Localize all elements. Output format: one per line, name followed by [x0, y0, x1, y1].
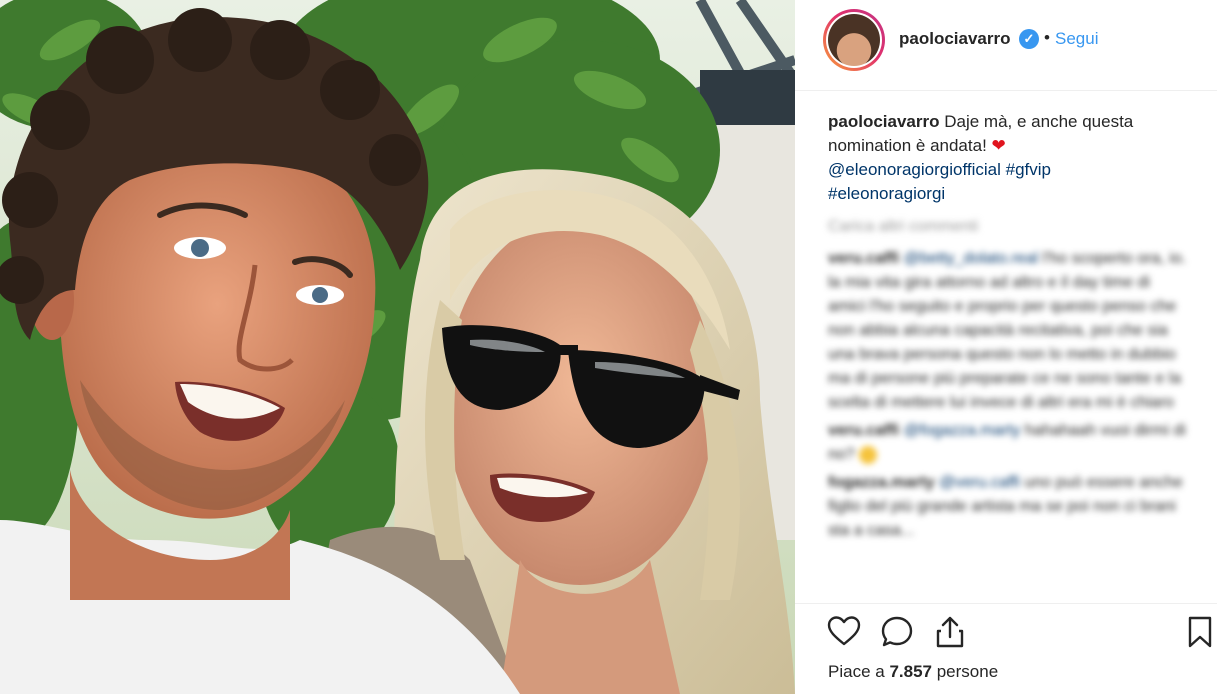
laughing-emoji-icon — [859, 445, 878, 464]
comment-mention[interactable]: @veru.caffi — [939, 474, 1020, 491]
hashtag-link-gfvip[interactable]: #gfvip — [1006, 160, 1051, 179]
like-button[interactable] — [826, 614, 862, 650]
comment-item: veru.caffi @betty_dolato.real l'ho scope… — [828, 247, 1188, 415]
comment-item: fogazza.marty @veru.caffi uno può essere… — [828, 471, 1188, 543]
likes-prefix: Piace a — [828, 662, 885, 681]
follow-button[interactable]: Segui — [1055, 29, 1098, 49]
comment-mention[interactable]: @fogazza.marty — [904, 422, 1021, 439]
red-heart-emoji-icon: ❤ — [991, 136, 1006, 155]
post-header: paolociavarro ✓ • Segui — [795, 0, 1217, 91]
comment-item: veru.caffi @fogazza.marty hahahaah vuoi … — [828, 419, 1188, 467]
verified-badge-icon: ✓ — [1019, 29, 1039, 49]
comments-list-blurred: Carica altri commenti veru.caffi @betty_… — [828, 215, 1188, 595]
likes-count[interactable]: Piace a 7.857 persone — [828, 662, 998, 682]
comment-username[interactable]: fogazza.marty — [828, 474, 935, 491]
likes-suffix: persone — [936, 662, 999, 681]
post-photo — [0, 0, 795, 694]
comment-button[interactable] — [879, 614, 915, 650]
separator-dot: • — [1044, 28, 1050, 47]
selfie-photo-illustration — [0, 0, 795, 694]
save-button[interactable] — [1182, 614, 1217, 650]
heart-outline-icon — [827, 616, 861, 646]
comment-text: l'ho scoperto ora, io. la mia vita gira … — [828, 250, 1187, 411]
avatar[interactable] — [823, 9, 885, 71]
share-button[interactable] — [932, 614, 968, 650]
post-actions-bar: Piace a 7.857 persone — [795, 603, 1217, 695]
comment-username[interactable]: veru.caffi — [828, 250, 899, 267]
likes-number: 7.857 — [889, 662, 932, 681]
caption-username-link[interactable]: paolociavarro — [828, 112, 940, 131]
share-upload-icon — [936, 616, 964, 648]
avatar-image — [828, 14, 880, 66]
load-more-comments-link[interactable]: Carica altri commenti — [828, 215, 1188, 239]
comment-bubble-icon — [881, 616, 913, 647]
comment-username[interactable]: veru.caffi — [828, 422, 899, 439]
bookmark-icon — [1188, 616, 1212, 648]
avatar-frame — [826, 12, 882, 68]
header-username-link[interactable]: paolociavarro — [899, 29, 1011, 49]
comment-mention[interactable]: @betty_dolato.real — [904, 250, 1039, 267]
hashtag-link-eleonoragiorgi[interactable]: #eleonoragiorgi — [828, 184, 945, 203]
post-side-panel: paolociavarro ✓ • Segui paolociavarro Da… — [795, 0, 1217, 694]
post-caption: paolociavarro Daje mà, e anche questa no… — [828, 110, 1188, 206]
caption-mention-link[interactable]: @eleonoragiorgiofficial — [828, 160, 1001, 179]
